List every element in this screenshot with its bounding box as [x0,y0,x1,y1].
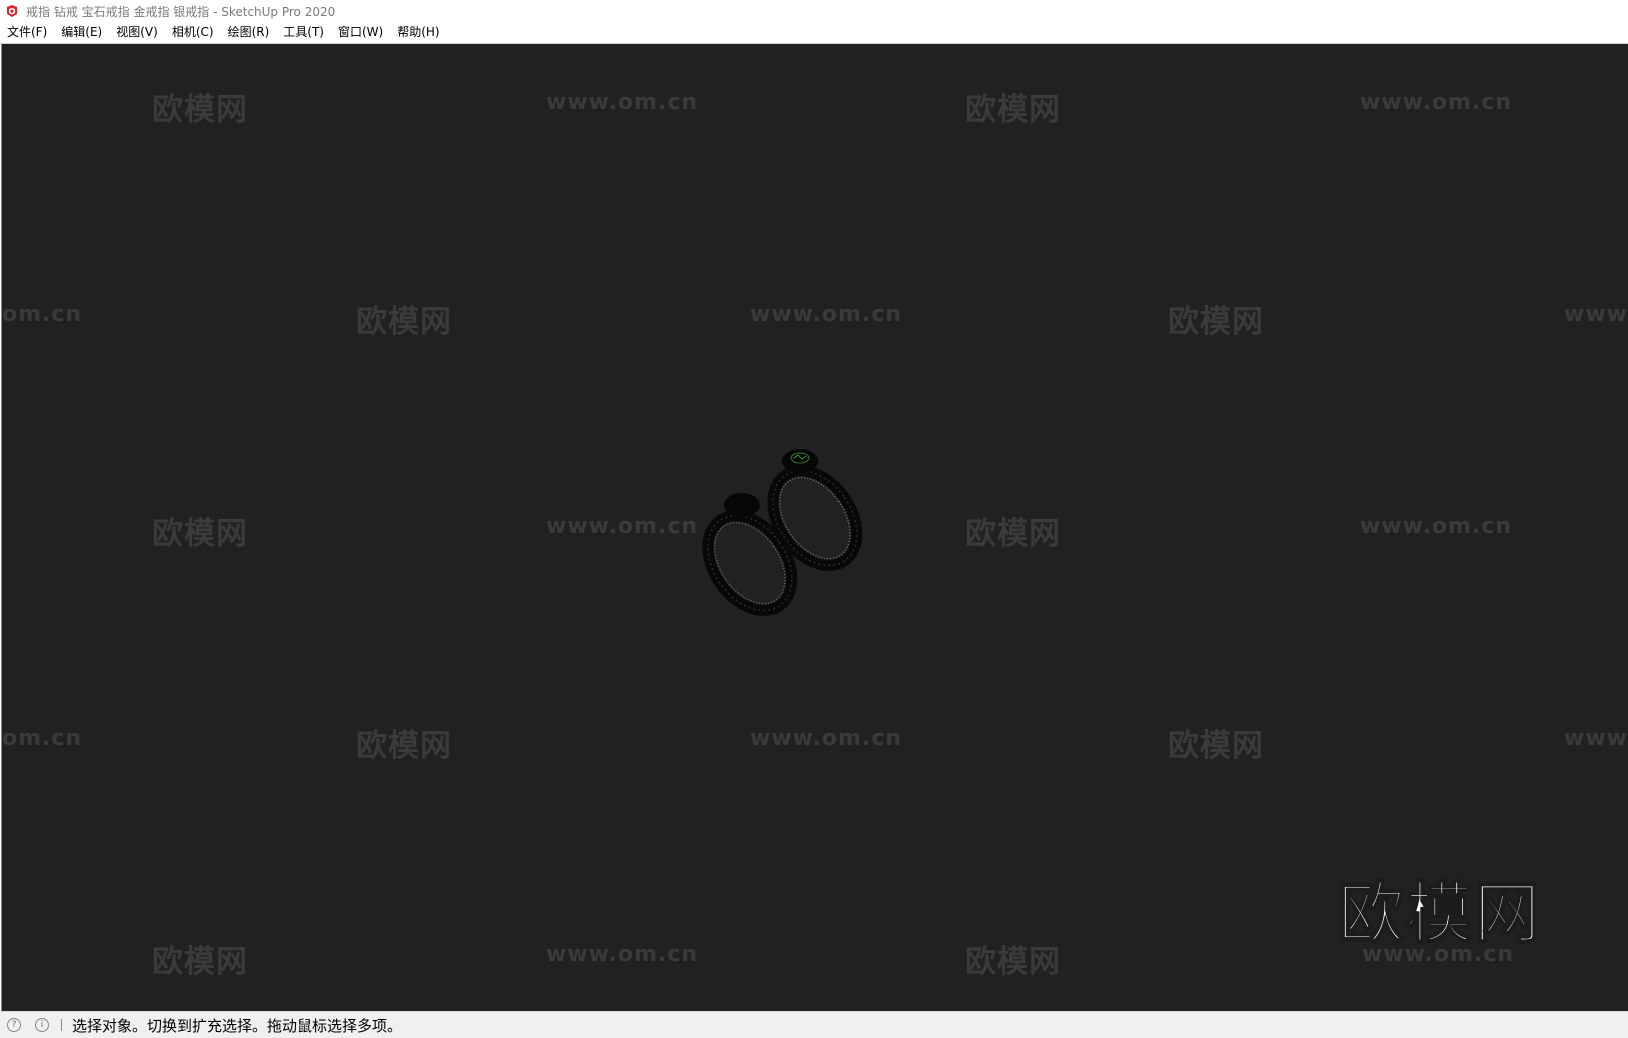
watermark-cn: 欧模网 [152,516,248,552]
menu-window[interactable]: 窗口(W) [331,22,390,43]
info-icon[interactable]: i [35,1018,49,1032]
watermark-url: www.om.cn [546,90,699,115]
watermark-url-partial: om.cn [2,302,83,327]
watermark-url: www.om.cn [1360,514,1513,539]
watermark-cn: 欧模网 [1168,728,1264,764]
status-message: 选择对象。切换到扩充选择。拖动鼠标选择多项。 [72,1016,403,1035]
menu-view[interactable]: 视图(V) [109,22,165,43]
watermark-cn: 欧模网 [1168,304,1264,340]
watermark-cn: 欧模网 [356,728,452,764]
watermark-url-partial: om.cn [2,726,83,751]
menu-draw[interactable]: 绘图(R) [221,22,277,43]
menu-bar: 文件(F) 编辑(E) 视图(V) 相机(C) 绘图(R) 工具(T) 窗口(W… [0,22,1628,44]
menu-camera[interactable]: 相机(C) [165,22,221,43]
watermark-cn: 欧模网 [152,944,248,980]
watermark-cn: 欧模网 [965,92,1061,128]
menu-tools[interactable]: 工具(T) [276,22,331,43]
watermark-url-partial: www. [1564,302,1628,327]
window-title: 戒指 钻戒 宝石戒指 金戒指 银戒指 - SketchUp Pro 2020 [26,4,336,19]
watermark-url-partial: www. [1564,726,1628,751]
watermark-url: www.om.cn [546,942,699,967]
drawing-viewport[interactable]: 欧模网 www.om.cn 欧模网 www.om.cn om.cn 欧模网 ww… [1,44,1628,1011]
om-logo-url: www.om.cn [1362,942,1515,967]
menu-help[interactable]: 帮助(H) [390,22,446,43]
watermark-url: www.om.cn [546,514,699,539]
watermark-cn: 欧模网 [965,944,1061,980]
status-bar: ? i 选择对象。切换到扩充选择。拖动鼠标选择多项。 [0,1011,1628,1038]
title-bar: 戒指 钻戒 宝石戒指 金戒指 银戒指 - SketchUp Pro 2020 [0,0,1628,22]
watermark-cn: 欧模网 [152,92,248,128]
watermark-url: www.om.cn [750,302,903,327]
menu-file[interactable]: 文件(F) [0,22,54,43]
ring-model[interactable] [702,439,902,629]
geo-location-icon[interactable]: ? [7,1018,21,1032]
menu-edit[interactable]: 编辑(E) [54,22,109,43]
watermark-cn: 欧模网 [965,516,1061,552]
sketchup-logo-icon [7,5,17,17]
watermark-cn: 欧模网 [356,304,452,340]
status-divider [61,1019,62,1031]
watermark-url: www.om.cn [1360,90,1513,115]
watermark-url: www.om.cn [750,726,903,751]
